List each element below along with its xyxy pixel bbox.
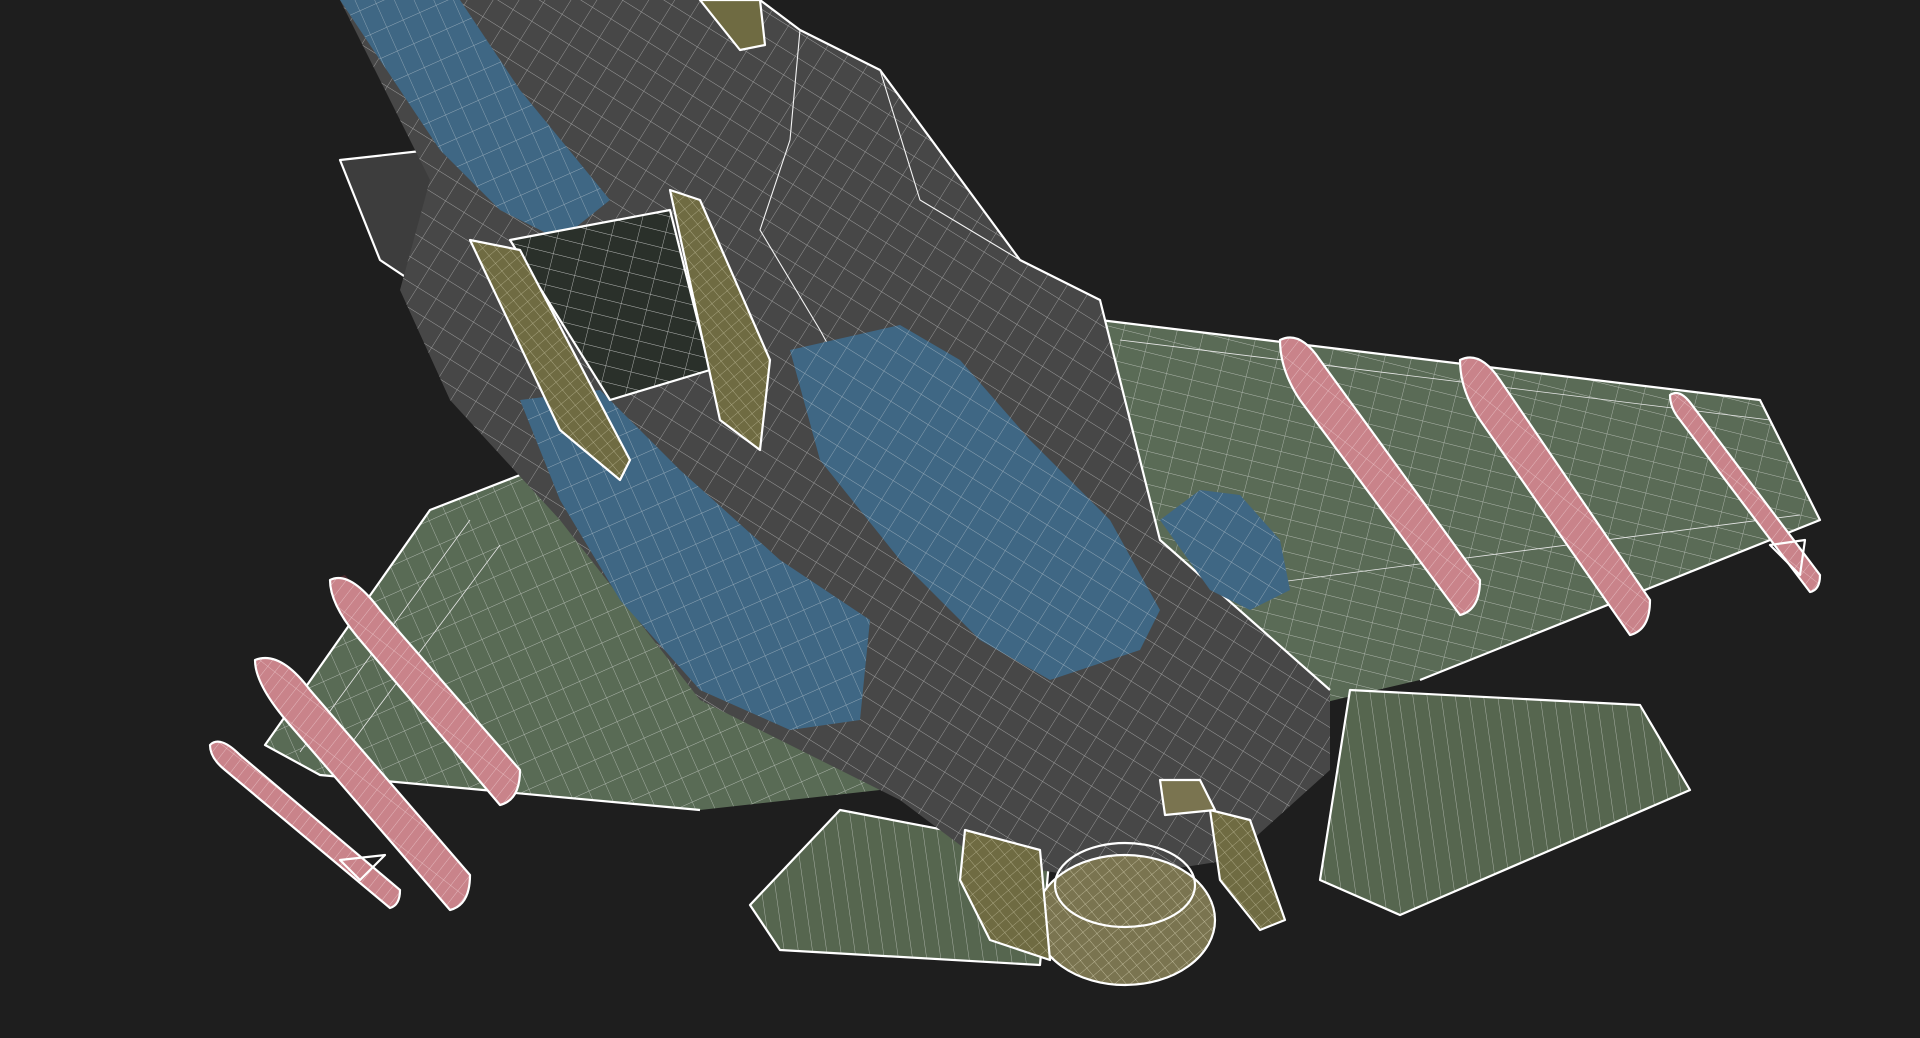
jet-wireframe-render [208,0,1822,987]
right-tailplane [1318,688,1692,917]
viewport [0,0,1920,1038]
nozzle-flap-right [1208,808,1287,932]
